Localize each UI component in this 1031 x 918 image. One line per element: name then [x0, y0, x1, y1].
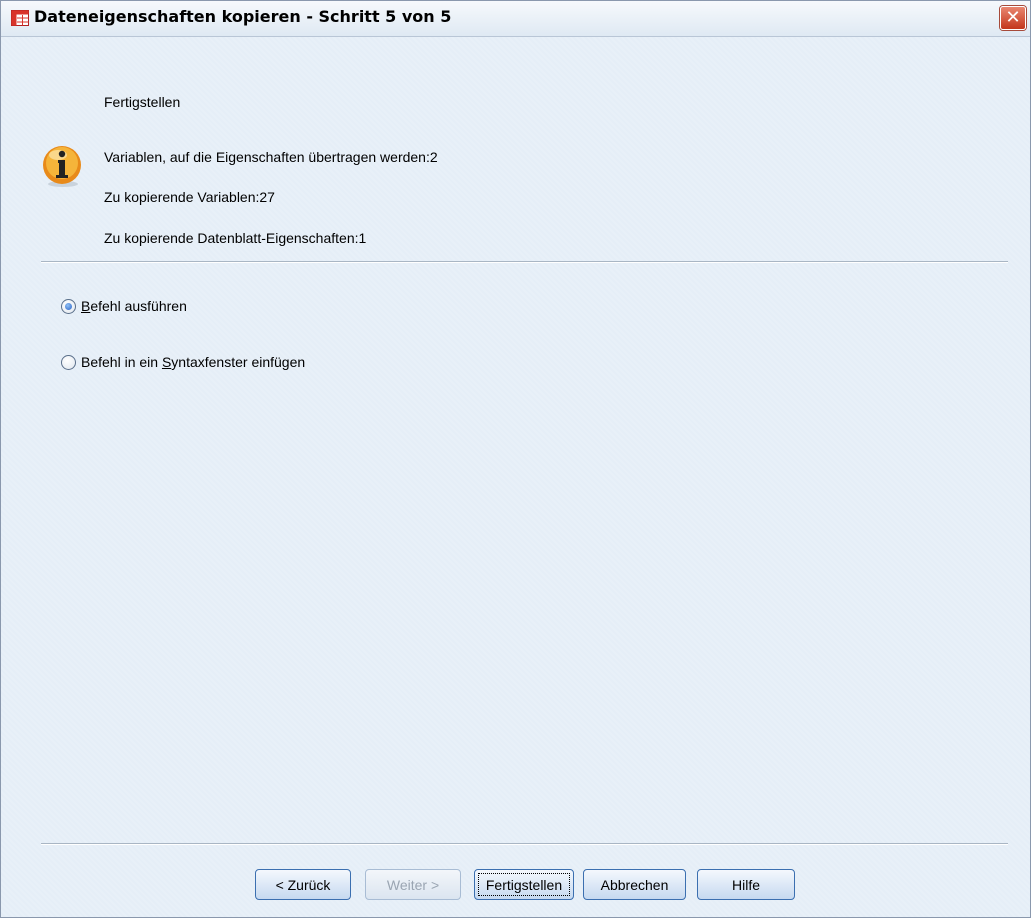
paste-syntax-radio[interactable] [61, 354, 76, 370]
close-button[interactable]: ✕ [1000, 6, 1026, 30]
run-command-radio[interactable] [61, 298, 76, 314]
finish-button[interactable]: Fertigstellen [474, 869, 574, 900]
bottom-divider [41, 843, 1008, 845]
next-button[interactable]: Weiter > [365, 869, 461, 900]
paste-syntax-label[interactable]: Befehl in ein Syntaxfenster einfügen [81, 354, 305, 370]
paste-syntax-option[interactable]: Befehl in ein Syntaxfenster einfügen [61, 354, 305, 370]
top-divider [41, 261, 1008, 263]
finish-button-label[interactable]: Fertigstellen [478, 873, 570, 896]
info-icon [43, 146, 81, 187]
step-heading: Fertigstellen [104, 94, 181, 110]
spreadsheet-icon [11, 10, 29, 26]
run-command-option[interactable]: Befehl ausführen [61, 298, 187, 314]
window-title: Dateneigenschaften kopieren - Schritt 5 … [34, 7, 452, 26]
back-button[interactable]: < Zurück [255, 869, 351, 900]
title-bar[interactable]: Dateneigenschaften kopieren - Schritt 5 … [1, 1, 1030, 37]
cancel-button[interactable]: Abbrechen [583, 869, 686, 900]
dialog-content: Fertigstellen Variablen, auf die Eigensc… [1, 37, 1030, 917]
summary-line-datasheet: Zu kopierende Datenblatt-Eigenschaften:1 [104, 230, 367, 246]
summary-line-variables: Zu kopierende Variablen:27 [104, 189, 275, 205]
dialog-window: Dateneigenschaften kopieren - Schritt 5 … [0, 0, 1031, 918]
summary-line-targets: Variablen, auf die Eigenschaften übertra… [104, 149, 438, 165]
run-command-label[interactable]: Befehl ausführen [81, 298, 187, 314]
help-button[interactable]: Hilfe [697, 869, 795, 900]
